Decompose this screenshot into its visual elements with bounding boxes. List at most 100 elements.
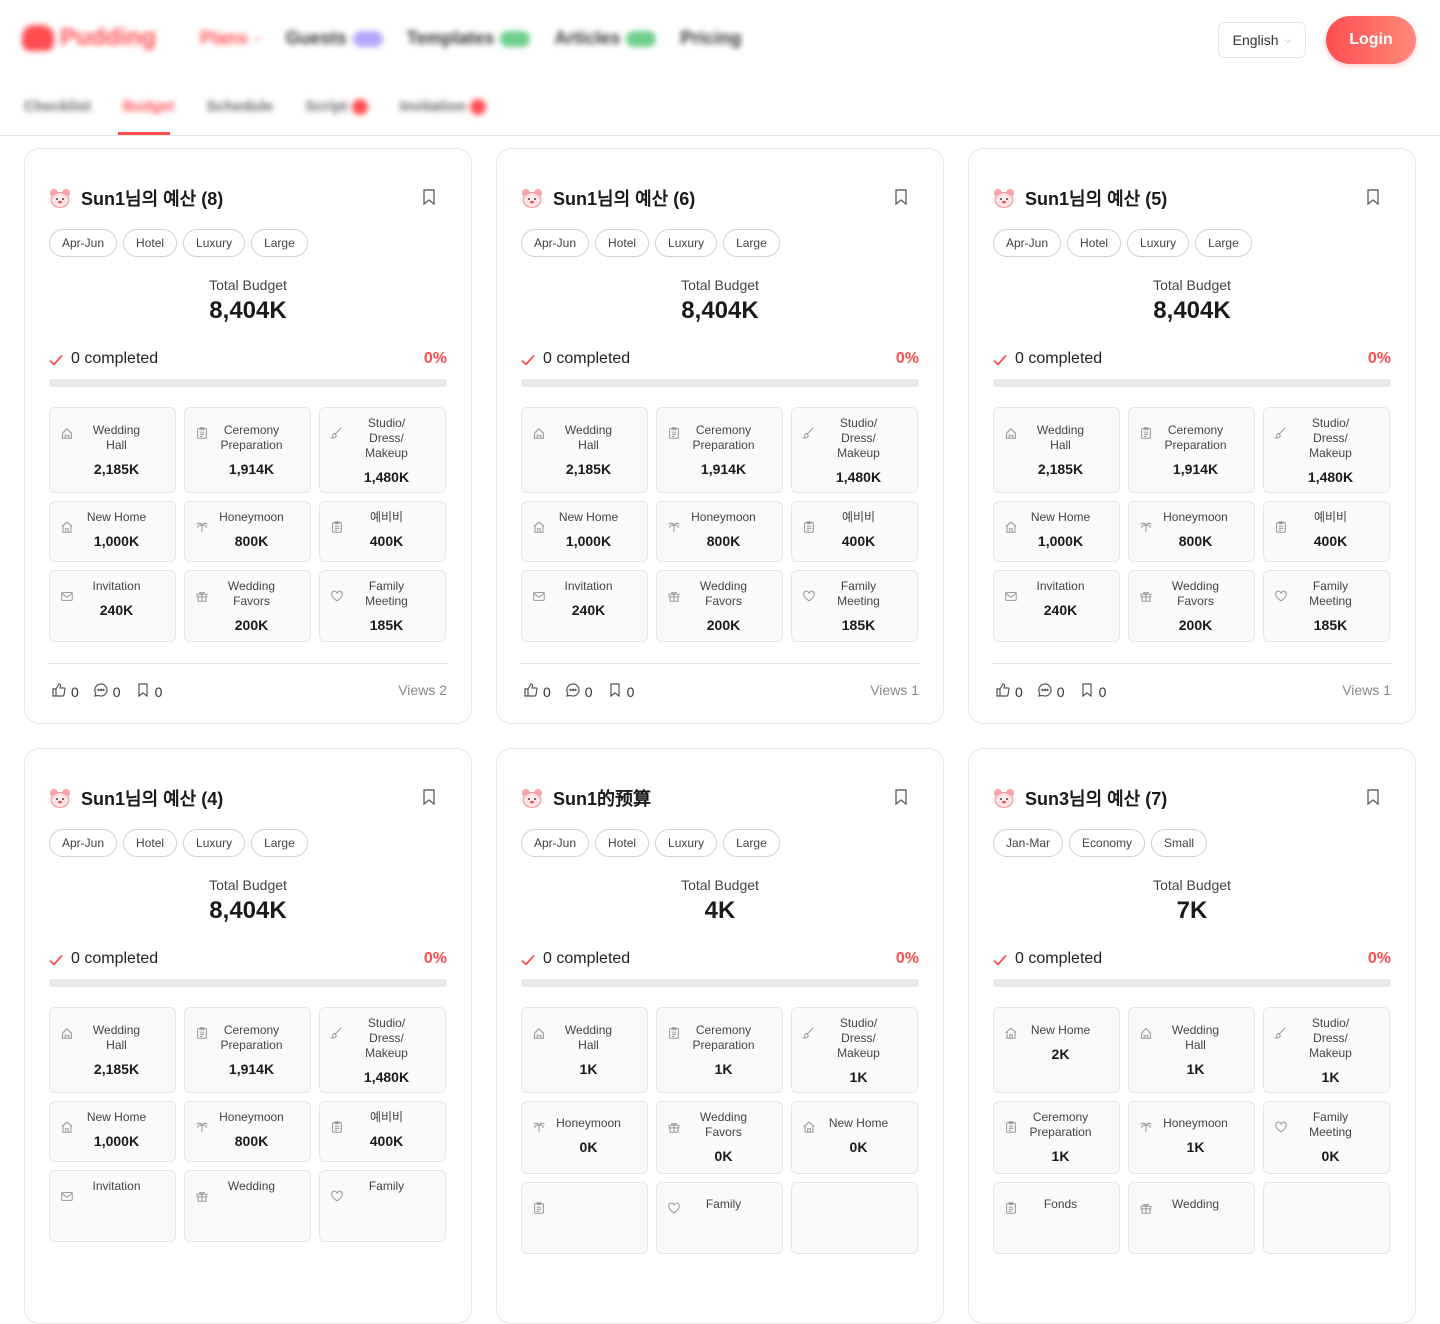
budget-item[interactable]: Invitation: [49, 1170, 176, 1242]
budget-card[interactable]: Sun1的预算 Apr-Jun Hotel Luxury Large Total Budg…: [496, 748, 944, 1324]
budget-item-value: 1,914K: [228, 1061, 275, 1077]
budget-item[interactable]: Invitation 240K: [993, 570, 1120, 642]
budget-item[interactable]: Studio/Dress/Makeup 1,480K: [319, 407, 446, 493]
budget-card[interactable]: Sun1님의 예산 (8) Apr-Jun Hotel Luxury Large Tota…: [24, 148, 472, 724]
budget-item[interactable]: [1263, 1182, 1390, 1254]
budget-item[interactable]: Ceremony Preparation 1K: [656, 1007, 783, 1093]
tab-4[interactable]: Invitation: [400, 98, 487, 115]
budget-item[interactable]: [521, 1182, 648, 1254]
budget-item[interactable]: Family Meeting 0K: [1263, 1101, 1390, 1174]
budget-item[interactable]: 예비비 400K: [791, 501, 918, 562]
comment-stat[interactable]: 0: [565, 682, 593, 701]
bookmark-count-icon: [1079, 682, 1095, 701]
budget-item[interactable]: Honeymoon 1K: [1128, 1101, 1255, 1174]
card-title[interactable]: Sun1님의 예산 (4): [81, 785, 223, 811]
budget-item[interactable]: Studio/Dress/Makeup 1,480K: [1263, 407, 1390, 493]
budget-item[interactable]: Invitation 240K: [49, 570, 176, 642]
budget-item[interactable]: Wedding Favors 0K: [656, 1101, 783, 1174]
language-select[interactable]: English ⌵: [1218, 22, 1306, 58]
bookmark-icon[interactable]: [423, 189, 435, 206]
bookmark-count-stat[interactable]: 0: [1079, 682, 1106, 701]
budget-item[interactable]: New Home 1,000K: [993, 501, 1120, 562]
budget-item[interactable]: Studio/Dress/Makeup 1K: [791, 1007, 918, 1093]
tab-3[interactable]: Script: [305, 98, 368, 115]
budget-item[interactable]: Ceremony Preparation 1,914K: [184, 1007, 311, 1093]
budget-item[interactable]: Ceremony Preparation 1,914K: [1128, 407, 1255, 493]
nav-item-4[interactable]: Pricing: [680, 28, 741, 49]
budget-item[interactable]: Ceremony Preparation 1K: [993, 1101, 1120, 1174]
like-stat[interactable]: 0: [51, 682, 79, 701]
budget-item[interactable]: Studio/Dress/Makeup 1,480K: [791, 407, 918, 493]
budget-item[interactable]: Honeymoon 800K: [184, 1101, 311, 1162]
like-stat[interactable]: 0: [995, 682, 1023, 701]
bookmark-icon[interactable]: [895, 789, 907, 806]
budget-item[interactable]: Studio/Dress/Makeup 1K: [1263, 1007, 1390, 1093]
bookmark-count-stat[interactable]: 0: [135, 682, 162, 701]
budget-card[interactable]: Sun1님의 예산 (6) Apr-Jun Hotel Luxury Large Tota…: [496, 148, 944, 724]
nav-item-0[interactable]: Plans ⌵: [200, 28, 262, 49]
nav-item-1[interactable]: Guests: [286, 28, 383, 49]
card-title[interactable]: Sun1的预算: [553, 785, 651, 811]
nav-item-2[interactable]: Templates: [407, 28, 531, 49]
tab-0[interactable]: Checklist: [24, 98, 91, 115]
budget-item[interactable]: 예비비 400K: [319, 1101, 446, 1162]
budget-item[interactable]: Wedding Hall 2,185K: [49, 1007, 176, 1093]
budget-item[interactable]: New Home 1,000K: [521, 501, 648, 562]
budget-item[interactable]: Wedding Hall 2,185K: [521, 407, 648, 493]
comment-stat[interactable]: 0: [93, 682, 121, 701]
budget-item[interactable]: Wedding Hall 2,185K: [49, 407, 176, 493]
budget-item[interactable]: Family: [656, 1182, 783, 1254]
logo[interactable]: Pudding: [22, 24, 156, 52]
budget-item[interactable]: 예비비 400K: [319, 501, 446, 562]
budget-item[interactable]: Wedding Favors 200K: [1128, 570, 1255, 642]
budget-item[interactable]: Wedding Favors 200K: [184, 570, 311, 642]
budget-item[interactable]: New Home 0K: [791, 1101, 918, 1174]
tab-1[interactable]: Budget: [123, 98, 175, 115]
bookmark-icon[interactable]: [423, 789, 435, 806]
budget-item[interactable]: New Home 1,000K: [49, 501, 176, 562]
budget-item[interactable]: Wedding Hall 2,185K: [993, 407, 1120, 493]
bookmark-icon[interactable]: [895, 189, 907, 206]
budget-item[interactable]: Family Meeting 185K: [319, 570, 446, 642]
login-button[interactable]: Login: [1326, 16, 1416, 64]
card-title[interactable]: Sun1님의 예산 (6): [553, 185, 695, 211]
budget-item[interactable]: Wedding Favors 200K: [656, 570, 783, 642]
check-icon: [993, 353, 1007, 366]
budget-card[interactable]: Sun1님의 예산 (4) Apr-Jun Hotel Luxury Large Tota…: [24, 748, 472, 1324]
nav-item-3[interactable]: Articles: [554, 28, 657, 49]
budget-item[interactable]: 예비비 400K: [1263, 501, 1390, 562]
budget-item[interactable]: Ceremony Preparation 1,914K: [184, 407, 311, 493]
budget-item[interactable]: Wedding Hall 1K: [521, 1007, 648, 1093]
tab-2[interactable]: Schedule: [206, 98, 273, 115]
budget-item[interactable]: Wedding: [184, 1170, 311, 1242]
comment-stat[interactable]: 0: [1037, 682, 1065, 701]
bookmark-count-stat[interactable]: 0: [607, 682, 634, 701]
budget-item[interactable]: Family Meeting 185K: [791, 570, 918, 642]
budget-item[interactable]: Family Meeting 185K: [1263, 570, 1390, 642]
budget-item[interactable]: Honeymoon 800K: [184, 501, 311, 562]
budget-item[interactable]: Fonds: [993, 1182, 1120, 1254]
budget-item[interactable]: Studio/Dress/Makeup 1,480K: [319, 1007, 446, 1093]
bookmark-icon[interactable]: [1367, 789, 1379, 806]
card-title[interactable]: Sun3님의 예산 (7): [1025, 785, 1167, 811]
nav-badge: [500, 30, 531, 47]
card-title[interactable]: Sun1님의 예산 (5): [1025, 185, 1167, 211]
budget-item[interactable]: New Home 2K: [993, 1007, 1120, 1093]
budget-item[interactable]: Honeymoon 0K: [521, 1101, 648, 1174]
completed-number: 0: [71, 950, 80, 967]
budget-item[interactable]: Honeymoon 800K: [1128, 501, 1255, 562]
bookmark-icon[interactable]: [1367, 189, 1379, 206]
budget-card[interactable]: Sun3님의 예산 (7) Jan-Mar Economy Small Total Bu…: [968, 748, 1416, 1324]
budget-item[interactable]: Wedding: [1128, 1182, 1255, 1254]
budget-item[interactable]: New Home 1,000K: [49, 1101, 176, 1162]
card-title[interactable]: Sun1님의 예산 (8): [81, 185, 223, 211]
budget-card[interactable]: Sun1님의 예산 (5) Apr-Jun Hotel Luxury Large Tota…: [968, 148, 1416, 724]
budget-item[interactable]: Invitation 240K: [521, 570, 648, 642]
budget-item[interactable]: Wedding Hall 1K: [1128, 1007, 1255, 1093]
budget-item[interactable]: [791, 1182, 918, 1254]
like-stat[interactable]: 0: [523, 682, 551, 701]
budget-item[interactable]: Family: [319, 1170, 446, 1242]
tag: Luxury: [1127, 229, 1190, 257]
budget-item[interactable]: Ceremony Preparation 1,914K: [656, 407, 783, 493]
budget-item[interactable]: Honeymoon 800K: [656, 501, 783, 562]
